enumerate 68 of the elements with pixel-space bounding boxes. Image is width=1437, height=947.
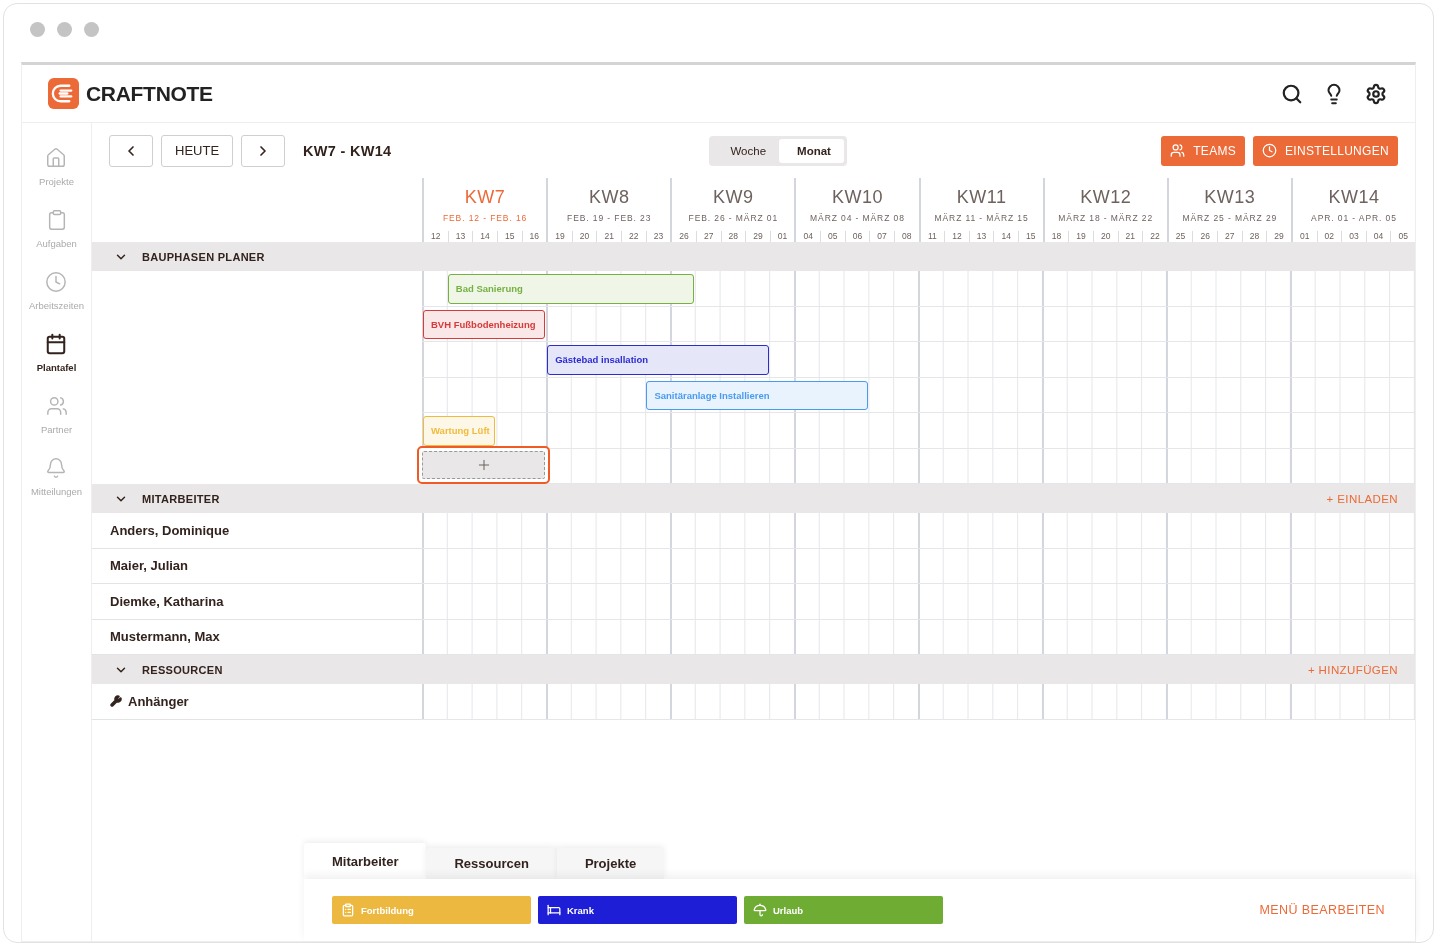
sidebar-label: Partner [40,424,73,435]
sidebar-label: Aufgaben [36,238,77,249]
palette-tab[interactable]: Projekte [556,848,665,879]
brand-name: CRAFTNOTE [86,81,213,106]
week-dates: FEB. 12 - FEB. 16 [442,213,528,223]
clock-icon [45,271,68,293]
phase-bar[interactable]: Gästebad insallation [547,345,769,375]
logo-icon [48,78,79,109]
week-number: KW8 [588,187,630,208]
day-number: 05 [1397,231,1409,243]
wrench-icon [110,695,122,708]
employee-name: Mustermann, Max [110,629,220,645]
sidebar-label: Mitteilungen [30,486,83,497]
day-number: 22 [1149,231,1161,243]
employee-name: Anders, Dominique [110,522,230,538]
window-dot[interactable] [57,21,72,37]
day-number: 23 [652,231,665,243]
people-icon [1170,143,1186,158]
employee-name: Diemke, Katharina [110,593,224,609]
employee-name: Maier, Julian [110,558,189,574]
bell-icon [45,457,68,479]
section-title: RESSOURCEN [142,663,223,676]
sidebar-item[interactable]: Plantafel [36,333,77,373]
week-dates: FEB. 19 - FEB. 23 [567,213,652,223]
week-number: KW9 [713,187,754,208]
week-number: KW10 [831,187,883,208]
week-number: KW14 [1328,187,1380,208]
week-number: KW13 [1204,187,1256,208]
bed-icon [547,903,561,917]
view-tab[interactable]: Monat [779,138,844,163]
add-phase-button[interactable] [417,445,551,484]
week-dates: APR. 01 - APR. 05 [1311,213,1397,223]
today-button[interactable]: HEUTE [161,134,234,167]
people-icon [45,395,68,417]
week-range: KW7 - KW14 [303,142,392,159]
phase-bar[interactable]: BVH Fußbodenheizung [423,309,546,339]
sidebar-label: Arbeitszeiten [29,300,84,311]
day-number: 08 [900,231,913,243]
section-title: MITARBEITER [142,492,220,505]
search-icon[interactable] [1281,82,1303,105]
week-number: KW7 [464,187,506,208]
clock-icon [1262,143,1278,158]
week-dates: MÄRZ 04 - MÄRZ 08 [810,213,905,223]
week-number: KW12 [1080,187,1132,208]
week-dates: MÄRZ 18 - MÄRZ 22 [1058,213,1153,223]
day-number: 01 [776,231,789,243]
palette-tab[interactable]: Mitarbeiter [304,843,427,879]
sidebar-label: Projekte [39,176,74,187]
day-number: 16 [528,231,541,243]
window-dot[interactable] [30,21,45,37]
settings-icon[interactable] [1365,82,1387,105]
calendar-icon [45,333,68,355]
window-dot[interactable] [84,21,99,37]
view-tab[interactable]: Woche [712,138,780,163]
week-dates: FEB. 26 - MÄRZ 01 [688,213,779,223]
day-number: 15 [1025,231,1037,243]
day-number: 29 [1273,231,1285,243]
umbrella-icon [753,903,767,917]
category-button[interactable]: Krank [538,896,737,924]
clipboard-icon [341,903,355,917]
palette-tab[interactable]: Ressourcen [426,848,557,879]
home-icon [45,147,68,169]
week-dates: MÄRZ 11 - MÄRZ 15 [934,213,1029,223]
section-title: BAUPHASEN PLANER [142,250,265,263]
week-dates: MÄRZ 25 - MÄRZ 29 [1182,213,1278,223]
resource-name: Anhänger [128,693,189,709]
sidebar-label: Plantafel [36,362,77,373]
week-number: KW11 [956,187,1007,208]
